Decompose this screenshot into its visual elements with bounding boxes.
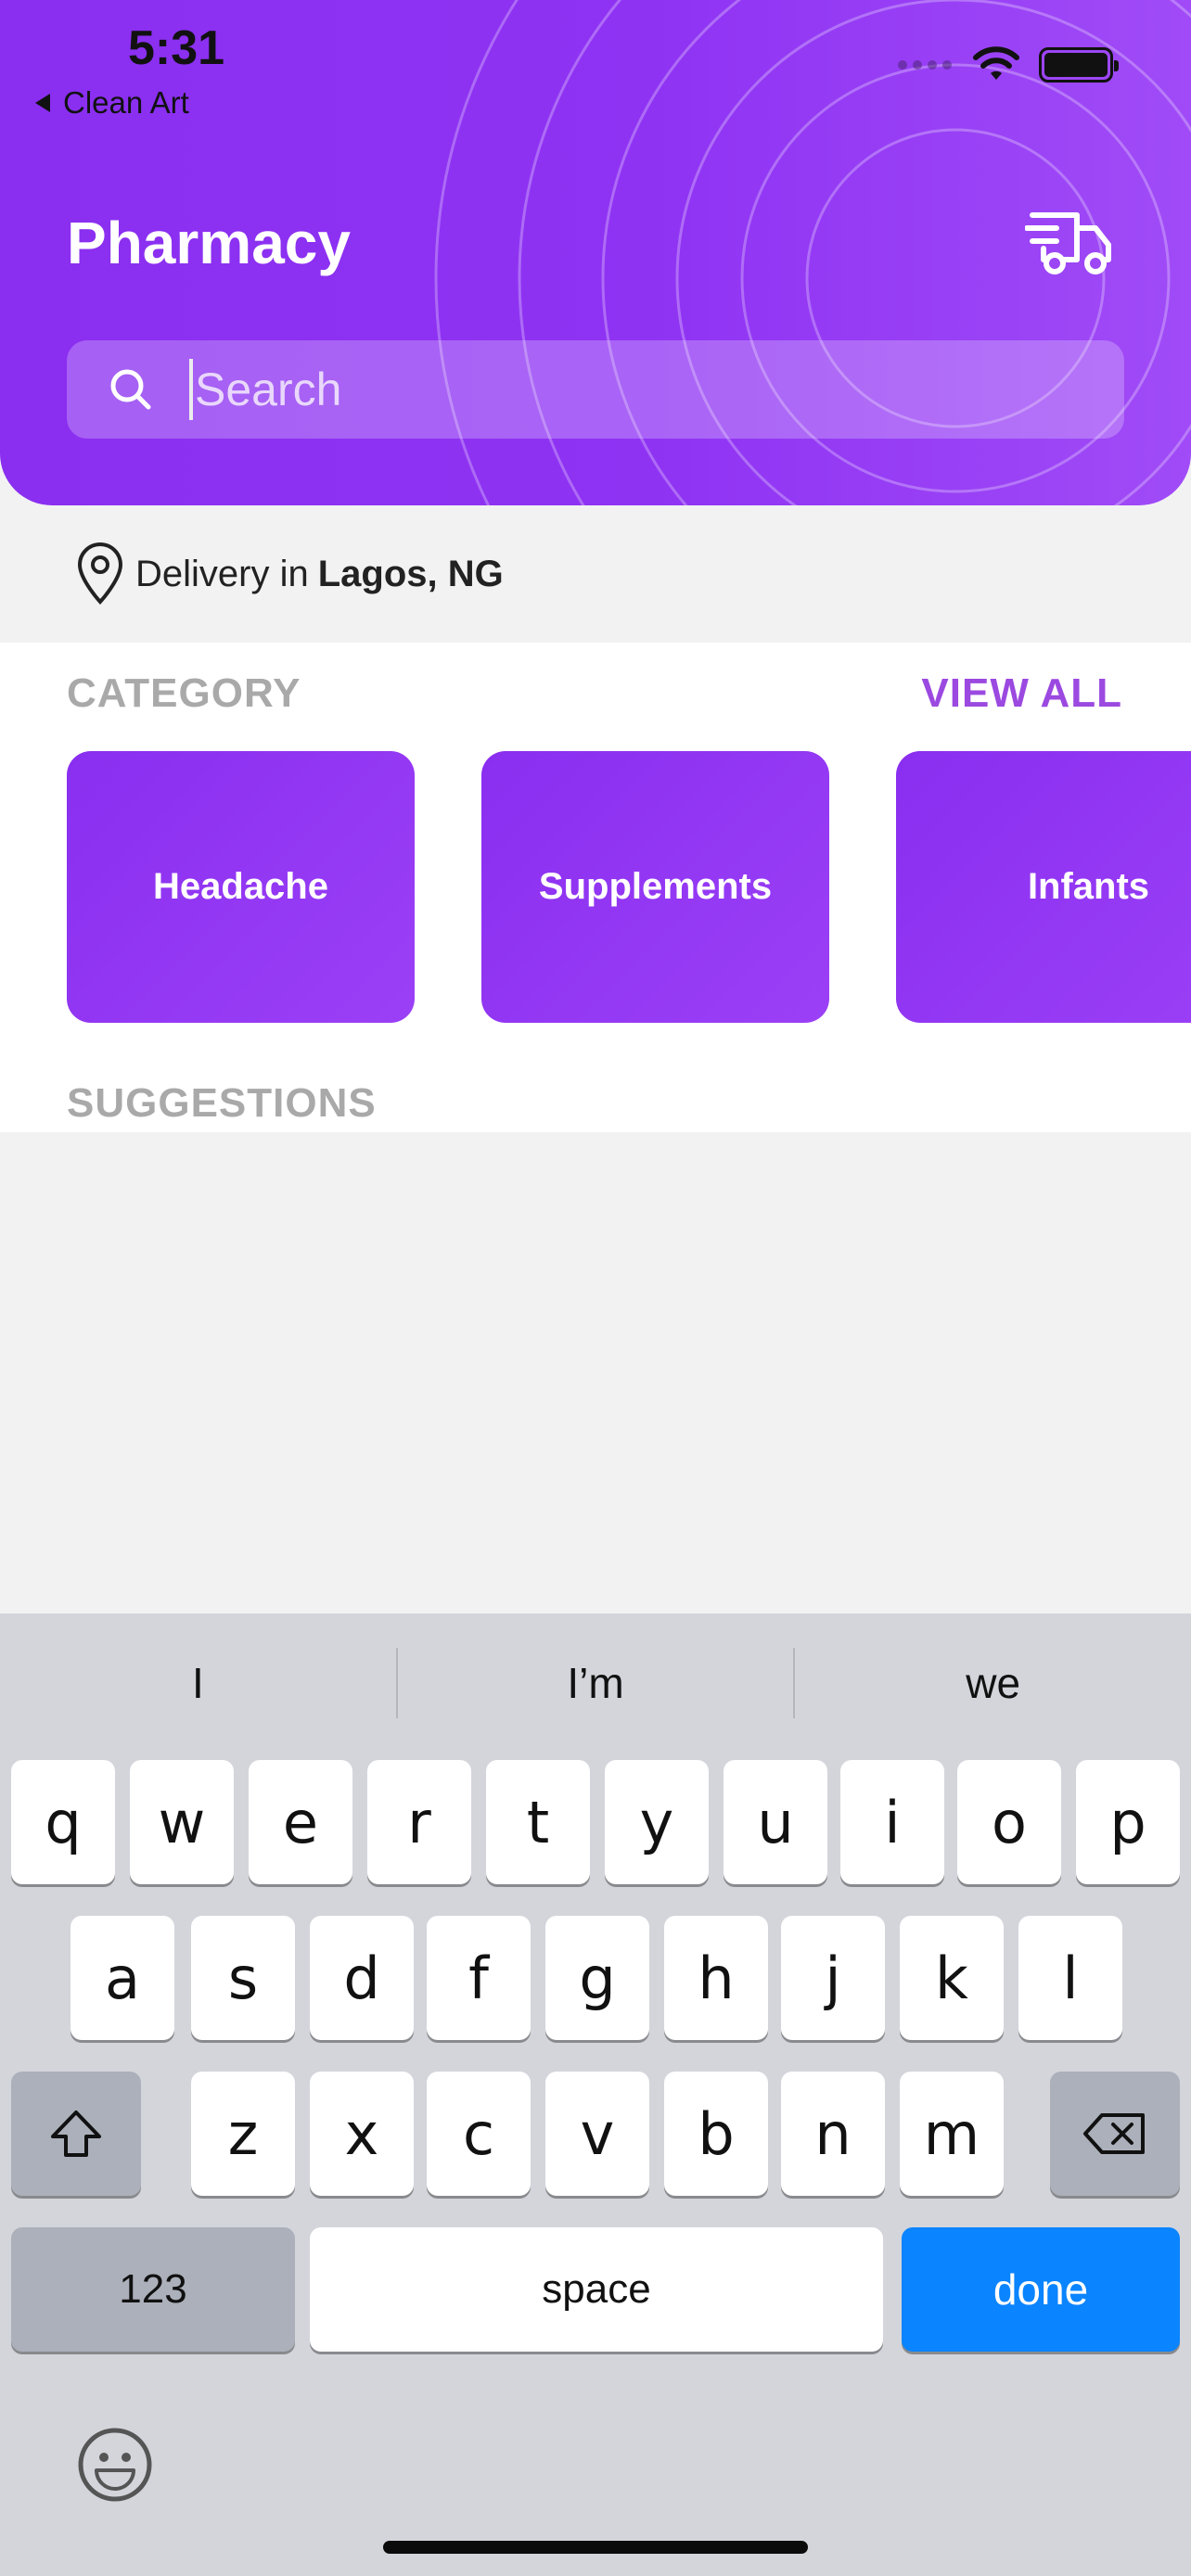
header: 5:31 Clean Art Pharmacy bbox=[0, 0, 1191, 505]
delete-key[interactable] bbox=[1050, 2072, 1180, 2196]
prediction-bar: I I’m we bbox=[0, 1613, 1191, 1753]
home-indicator[interactable] bbox=[383, 2541, 808, 2554]
search-input[interactable] bbox=[195, 363, 1030, 416]
prediction-item[interactable]: I’m bbox=[398, 1646, 794, 1720]
location-pin-icon bbox=[77, 542, 123, 605]
key-t[interactable]: t bbox=[486, 1760, 590, 1884]
back-app-label: Clean Art bbox=[63, 85, 189, 120]
category-heading: CATEGORY bbox=[67, 670, 301, 716]
backspace-icon bbox=[1083, 2113, 1145, 2154]
key-p[interactable]: p bbox=[1076, 1760, 1180, 1884]
key-l[interactable]: l bbox=[1018, 1916, 1122, 2040]
key-v[interactable]: v bbox=[545, 2072, 649, 2196]
cellular-signal-icon bbox=[898, 60, 952, 70]
key-z[interactable]: z bbox=[191, 2072, 295, 2196]
key-r[interactable]: r bbox=[367, 1760, 471, 1884]
view-all-link[interactable]: VIEW ALL bbox=[921, 670, 1122, 717]
prediction-item[interactable]: we bbox=[795, 1646, 1191, 1720]
search-bar[interactable] bbox=[67, 340, 1124, 439]
key-y[interactable]: y bbox=[605, 1760, 709, 1884]
key-f[interactable]: f bbox=[427, 1916, 531, 2040]
key-m[interactable]: m bbox=[900, 2072, 1004, 2196]
numbers-key[interactable]: 123 bbox=[11, 2227, 295, 2352]
search-icon bbox=[110, 369, 151, 410]
key-c[interactable]: c bbox=[427, 2072, 531, 2196]
key-n[interactable]: n bbox=[781, 2072, 885, 2196]
status-time: 5:31 bbox=[128, 21, 225, 75]
key-d[interactable]: d bbox=[310, 1916, 414, 2040]
key-w[interactable]: w bbox=[130, 1760, 234, 1884]
prediction-item[interactable]: I bbox=[0, 1646, 396, 1720]
delivery-location-value: Lagos, NG bbox=[317, 553, 504, 594]
space-key[interactable]: space bbox=[310, 2227, 883, 2352]
category-section: CATEGORY VIEW ALL Headache Supplements I… bbox=[0, 643, 1191, 1132]
back-triangle-icon bbox=[35, 94, 50, 112]
battery-icon bbox=[1039, 47, 1119, 83]
key-s[interactable]: s bbox=[191, 1916, 295, 2040]
delivery-prefix: Delivery in bbox=[135, 553, 309, 594]
page-title: Pharmacy bbox=[67, 210, 351, 276]
key-q[interactable]: q bbox=[11, 1760, 115, 1884]
delivery-truck-icon[interactable] bbox=[1025, 206, 1114, 280]
key-g[interactable]: g bbox=[545, 1916, 649, 2040]
key-k[interactable]: k bbox=[900, 1916, 1004, 2040]
key-a[interactable]: a bbox=[70, 1916, 174, 2040]
key-b[interactable]: b bbox=[664, 2072, 768, 2196]
keyboard: I I’m we q w e r t y u i o p a s d f g h… bbox=[0, 1613, 1191, 2576]
category-tile-supplements[interactable]: Supplements bbox=[481, 751, 829, 1023]
key-i[interactable]: i bbox=[840, 1760, 944, 1884]
key-x[interactable]: x bbox=[310, 2072, 414, 2196]
back-to-app-link[interactable]: Clean Art bbox=[35, 85, 189, 121]
wifi-icon bbox=[973, 46, 1019, 80]
pharmacy-screen: 5:31 Clean Art Pharmacy Search Delivery … bbox=[0, 0, 1191, 2576]
text-cursor bbox=[189, 359, 193, 420]
emoji-icon[interactable] bbox=[76, 2426, 154, 2504]
shift-key[interactable] bbox=[11, 2072, 141, 2196]
key-e[interactable]: e bbox=[249, 1760, 352, 1884]
status-indicators bbox=[898, 46, 1119, 83]
suggestions-heading: SUGGESTIONS bbox=[67, 1080, 377, 1126]
shift-arrow-icon bbox=[51, 2111, 101, 2157]
done-key[interactable]: done bbox=[902, 2227, 1180, 2352]
category-tile-infants[interactable]: Infants bbox=[896, 751, 1191, 1023]
key-u[interactable]: u bbox=[724, 1760, 827, 1884]
key-j[interactable]: j bbox=[781, 1916, 885, 2040]
key-h[interactable]: h bbox=[664, 1916, 768, 2040]
category-tile-headache[interactable]: Headache bbox=[67, 751, 415, 1023]
key-o[interactable]: o bbox=[957, 1760, 1061, 1884]
delivery-location[interactable]: Delivery in Lagos, NG bbox=[0, 505, 1191, 643]
